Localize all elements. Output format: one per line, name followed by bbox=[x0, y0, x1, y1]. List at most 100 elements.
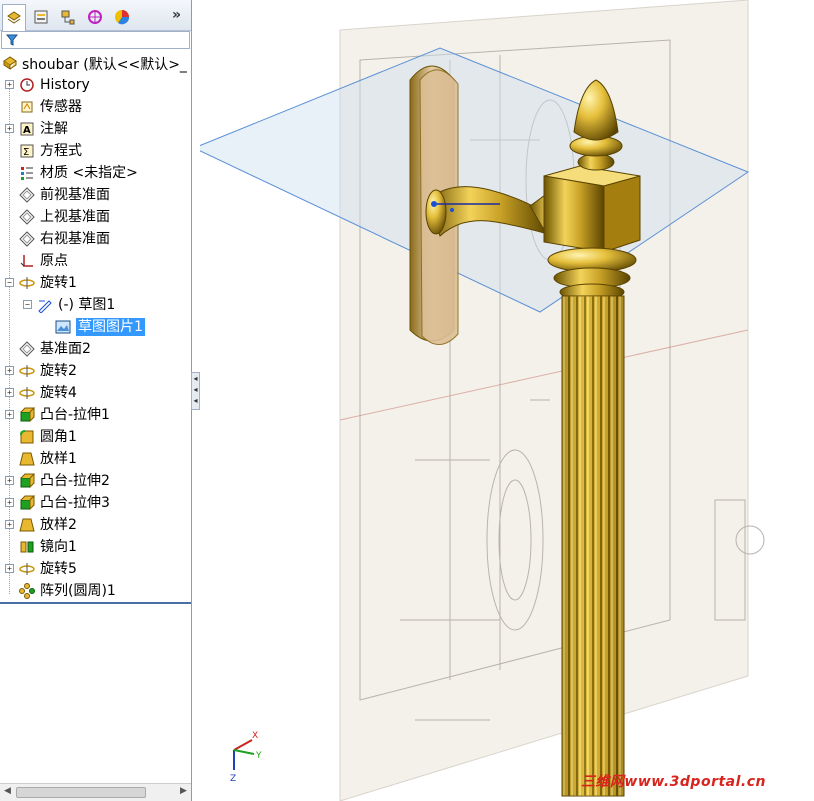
tree-item[interactable]: + 旋转2 bbox=[0, 360, 191, 382]
tree-item-label: 旋转5 bbox=[40, 561, 77, 577]
tree-item[interactable]: + A 注解 bbox=[0, 118, 191, 140]
more-tabs-button[interactable]: » bbox=[172, 7, 181, 23]
tree-item-label: 右视基准面 bbox=[40, 231, 110, 247]
triad-z-label: Z bbox=[230, 774, 236, 784]
tree-rollback-bar[interactable] bbox=[0, 602, 191, 604]
tree-item[interactable]: + History bbox=[0, 74, 191, 96]
tree-item[interactable]: 基准面2 bbox=[0, 338, 191, 360]
tree-item[interactable]: 放样1 bbox=[0, 448, 191, 470]
tree-item-label: 原点 bbox=[40, 253, 68, 269]
tree-item[interactable]: 镜向1 bbox=[0, 536, 191, 558]
plane-icon bbox=[18, 340, 35, 357]
sensor-icon bbox=[18, 98, 35, 115]
expand-icon[interactable]: + bbox=[5, 476, 14, 485]
tree-item[interactable]: + 凸台-拉伸3 bbox=[0, 492, 191, 514]
fillet-icon bbox=[18, 428, 35, 445]
fluted-column[interactable] bbox=[561, 295, 625, 797]
horizontal-scrollbar[interactable]: ◀ ▶ bbox=[0, 783, 191, 801]
sketch-picture-icon bbox=[54, 318, 71, 335]
sketch-icon bbox=[36, 296, 53, 313]
extrude-icon bbox=[18, 472, 35, 489]
expand-icon[interactable]: + bbox=[5, 498, 14, 507]
tree-item[interactable]: + 凸台-拉伸2 bbox=[0, 470, 191, 492]
svg-text:Σ: Σ bbox=[23, 147, 29, 158]
scroll-left-arrow-icon[interactable]: ◀ bbox=[4, 786, 11, 796]
tree-item-label: 基准面2 bbox=[40, 341, 91, 357]
triad-y-label: Y bbox=[255, 751, 262, 761]
tree-item[interactable]: + 旋转5 bbox=[0, 558, 191, 580]
tree-item[interactable]: − (-) 草图1 bbox=[0, 294, 191, 316]
tree-item-label: 阵列(圆周)1 bbox=[40, 583, 116, 599]
expand-icon[interactable]: + bbox=[5, 410, 14, 419]
scrollbar-thumb[interactable] bbox=[16, 787, 146, 798]
revolve-icon bbox=[18, 560, 35, 577]
expand-icon[interactable]: + bbox=[5, 80, 14, 89]
plane-icon bbox=[18, 208, 35, 225]
expand-icon[interactable]: + bbox=[5, 520, 14, 529]
tree-item-label: 草图图片1 bbox=[76, 318, 145, 336]
tree-item-label: 前视基准面 bbox=[40, 187, 110, 203]
feature-manager-tab[interactable] bbox=[2, 4, 26, 31]
tree-item-label: 凸台-拉伸3 bbox=[40, 495, 110, 511]
dimxpert-icon bbox=[88, 10, 102, 24]
part-icon bbox=[3, 56, 17, 70]
expand-icon[interactable]: + bbox=[5, 388, 14, 397]
extrude-icon bbox=[18, 406, 35, 423]
expand-icon[interactable]: + bbox=[5, 366, 14, 375]
tree-item[interactable]: 草图图片1 bbox=[0, 316, 191, 338]
tree-item[interactable]: Σ 方程式 bbox=[0, 140, 191, 162]
expand-icon[interactable]: + bbox=[5, 564, 14, 573]
tree-item[interactable]: 阵列(圆周)1 bbox=[0, 580, 191, 602]
tree-item-label: 传感器 bbox=[40, 99, 82, 115]
configuration-manager-tab[interactable] bbox=[56, 5, 80, 29]
triad-x-label: X bbox=[252, 731, 258, 741]
graphics-viewport[interactable]: X Y Z 三维网www.3dportal.cn bbox=[200, 0, 814, 801]
tree-item[interactable]: 圆角1 bbox=[0, 426, 191, 448]
origin-icon bbox=[18, 252, 35, 269]
tree-item[interactable]: + 放样2 bbox=[0, 514, 191, 536]
tree-item-label: 放样1 bbox=[40, 451, 77, 467]
plane-icon bbox=[18, 186, 35, 203]
tree-item[interactable]: 上视基准面 bbox=[0, 206, 191, 228]
loft-icon bbox=[18, 450, 35, 467]
dimxpert-tab[interactable] bbox=[83, 5, 107, 29]
tree-item[interactable]: + 凸台-拉伸1 bbox=[0, 404, 191, 426]
tree-item-label: 镜向1 bbox=[40, 539, 77, 555]
feature-manager-panel: » shoubar (默认<<默认>_ + History 传感器 + A 注解 Σ 方程式材… bbox=[0, 0, 192, 801]
tree-item[interactable]: − 旋转1 bbox=[0, 272, 191, 294]
tree-item-label: 方程式 bbox=[40, 143, 82, 159]
tree-item-label: 旋转4 bbox=[40, 385, 77, 401]
collapse-icon[interactable]: − bbox=[23, 300, 32, 309]
tree-item[interactable]: 前视基准面 bbox=[0, 184, 191, 206]
tree-item[interactable]: 右视基准面 bbox=[0, 228, 191, 250]
revolve-icon bbox=[18, 274, 35, 291]
tree-filter-bar[interactable] bbox=[1, 31, 190, 49]
tree-item-label: 凸台-拉伸2 bbox=[40, 473, 110, 489]
tree-root-part[interactable]: shoubar (默认<<默认>_ bbox=[0, 52, 191, 74]
extrude-icon bbox=[18, 494, 35, 511]
watermark-text: 三维网www.3dportal.cn bbox=[580, 774, 766, 790]
tree-item-label: 放样2 bbox=[40, 517, 77, 533]
annotation-icon: A bbox=[18, 120, 35, 137]
tree-item-label: 注解 bbox=[40, 121, 68, 137]
tree-item[interactable]: 材质 <未指定> bbox=[0, 162, 191, 184]
property-manager-tab[interactable] bbox=[29, 5, 53, 29]
material-icon bbox=[18, 164, 35, 181]
collapse-icon[interactable]: − bbox=[5, 278, 14, 287]
equation-icon: Σ bbox=[18, 142, 35, 159]
scroll-right-arrow-icon[interactable]: ▶ bbox=[180, 786, 187, 796]
panel-collapse-handle[interactable]: ◂ ◂ ◂ bbox=[191, 372, 200, 410]
history-icon bbox=[18, 76, 35, 93]
mirror-icon bbox=[18, 538, 35, 555]
coordinate-triad: X Y Z bbox=[230, 731, 262, 784]
tree-item[interactable]: + 旋转4 bbox=[0, 382, 191, 404]
model-scene: X Y Z bbox=[200, 0, 765, 801]
tree-item[interactable]: 原点 bbox=[0, 250, 191, 272]
tree-item[interactable]: 传感器 bbox=[0, 96, 191, 118]
display-manager-icon bbox=[115, 10, 130, 25]
tree-item-label: 旋转2 bbox=[40, 363, 77, 379]
expand-icon[interactable]: + bbox=[5, 124, 14, 133]
display-manager-tab[interactable] bbox=[110, 5, 134, 29]
column-capital[interactable] bbox=[543, 165, 641, 301]
tree-root-label: shoubar (默认<<默认>_ bbox=[22, 57, 187, 73]
